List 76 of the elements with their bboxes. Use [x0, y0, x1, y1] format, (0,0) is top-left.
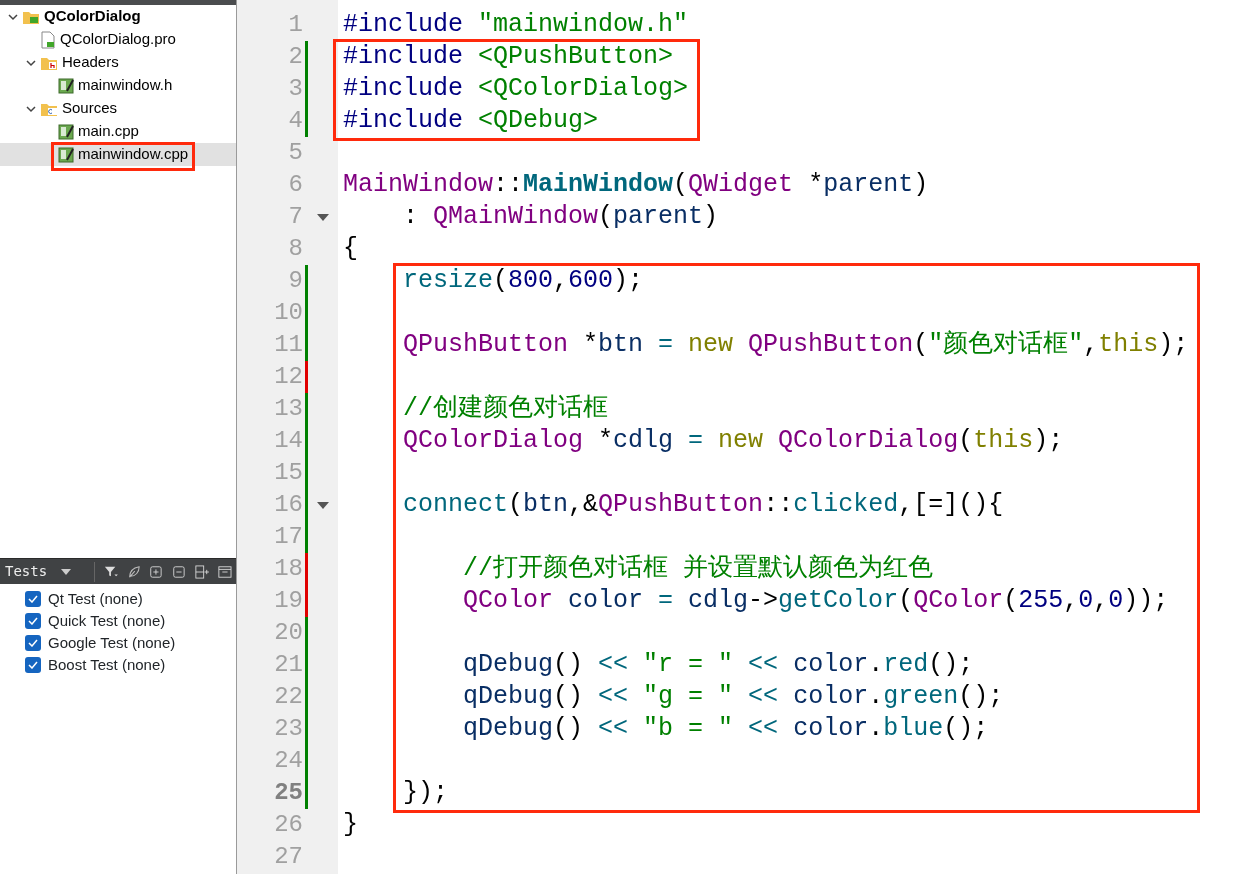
expand-icon[interactable]	[149, 563, 164, 580]
checkbox[interactable]	[25, 635, 41, 651]
test-label: Boost Test (none)	[48, 654, 166, 675]
fold-arrow-icon[interactable]	[317, 213, 329, 221]
tree-item[interactable]: Sources	[40, 97, 118, 120]
line-number: 22	[273, 682, 303, 712]
checkbox[interactable]	[25, 657, 41, 673]
line-number: 10	[273, 298, 303, 328]
line-number: 24	[273, 746, 303, 776]
code-line: {	[343, 233, 358, 266]
test-label: Qt Test (none)	[48, 588, 143, 609]
file-icon	[58, 145, 74, 164]
tree-item[interactable]: mainwindow.h	[58, 74, 173, 97]
line-number: 20	[273, 618, 303, 648]
collapse-icon[interactable]	[172, 563, 187, 580]
line-number: 5	[287, 138, 303, 168]
line-number: 27	[273, 842, 303, 872]
code-line: resize(800,600);	[403, 265, 644, 298]
code-line: QColor color = cdlg->getColor(QColor(255,0,0));	[463, 585, 1169, 618]
leaf-icon[interactable]	[126, 563, 141, 580]
document-icon	[40, 30, 56, 49]
code-line: QPushButton *btn = new QPushButton("颜色对话框",this);	[403, 329, 1189, 362]
code-line: QColorDialog *cdlg = new QColorDialog(this);	[403, 425, 1064, 458]
line-number: 23	[273, 714, 303, 744]
line-number: 17	[273, 522, 303, 552]
checkmark-icon	[28, 595, 38, 603]
panel-icon[interactable]	[218, 563, 233, 580]
code-line: : QMainWindow(parent)	[403, 201, 719, 234]
tree-item[interactable]: QColorDialog	[22, 5, 141, 28]
checkbox[interactable]	[25, 613, 41, 629]
fold-arrow-icon[interactable]	[317, 501, 329, 509]
code-line: qDebug() << "g = " << color.green();	[463, 681, 1004, 714]
line-number: 4	[287, 106, 303, 136]
line-number: 8	[287, 234, 303, 264]
line-number: 6	[287, 170, 303, 200]
caret-icon	[61, 568, 72, 575]
code-line: connect(btn,&QPushButton::clicked,[=](){	[403, 489, 1004, 522]
test-label: Quick Test (none)	[48, 610, 166, 631]
checkbox[interactable]	[25, 591, 41, 607]
file-icon	[58, 76, 74, 95]
line-number: 3	[287, 74, 303, 104]
line-number: 19	[273, 586, 303, 616]
code-line: });	[403, 777, 449, 810]
tree-item[interactable]: Headers	[40, 51, 119, 74]
code-line: #include <QDebug>	[343, 105, 599, 138]
line-number: 25	[273, 778, 303, 808]
line-number: 26	[273, 810, 303, 840]
line-number: 18	[273, 554, 303, 584]
code-line: //打开颜色对话框 并设置默认颜色为红色	[463, 553, 934, 586]
tree-item[interactable]: main.cpp	[58, 120, 139, 143]
tree-item[interactable]: QColorDialog.pro	[40, 28, 176, 51]
line-number: 13	[273, 394, 303, 424]
code-line: qDebug() << "r = " << color.red();	[463, 649, 974, 682]
code-line: #include <QPushButton>	[343, 41, 674, 74]
code-line: }	[343, 809, 358, 842]
code-line: #include <QColorDialog>	[343, 73, 689, 106]
line-number: 14	[273, 426, 303, 456]
line-number: 2	[287, 42, 303, 72]
line-number: 7	[287, 202, 303, 232]
line-number: 16	[273, 490, 303, 520]
line-number: 1	[287, 10, 303, 40]
code-line: MainWindow::MainWindow(QWidget *parent)	[343, 169, 929, 202]
code-line: #include "mainwindow.h"	[343, 9, 689, 42]
checkmark-icon	[28, 639, 38, 647]
code-line: qDebug() << "b = " << color.blue();	[463, 713, 989, 746]
line-number: 9	[287, 266, 303, 296]
file-icon	[58, 122, 74, 141]
line-number: 15	[273, 458, 303, 488]
line-number: 11	[273, 330, 303, 360]
line-number: 21	[273, 650, 303, 680]
split-add-icon[interactable]	[195, 563, 210, 580]
test-label: Google Test (none)	[48, 632, 176, 653]
checkmark-icon	[28, 661, 38, 669]
code-line: //创建颜色对话框	[403, 393, 609, 426]
checkmark-icon	[28, 617, 38, 625]
line-number: 12	[273, 362, 303, 392]
